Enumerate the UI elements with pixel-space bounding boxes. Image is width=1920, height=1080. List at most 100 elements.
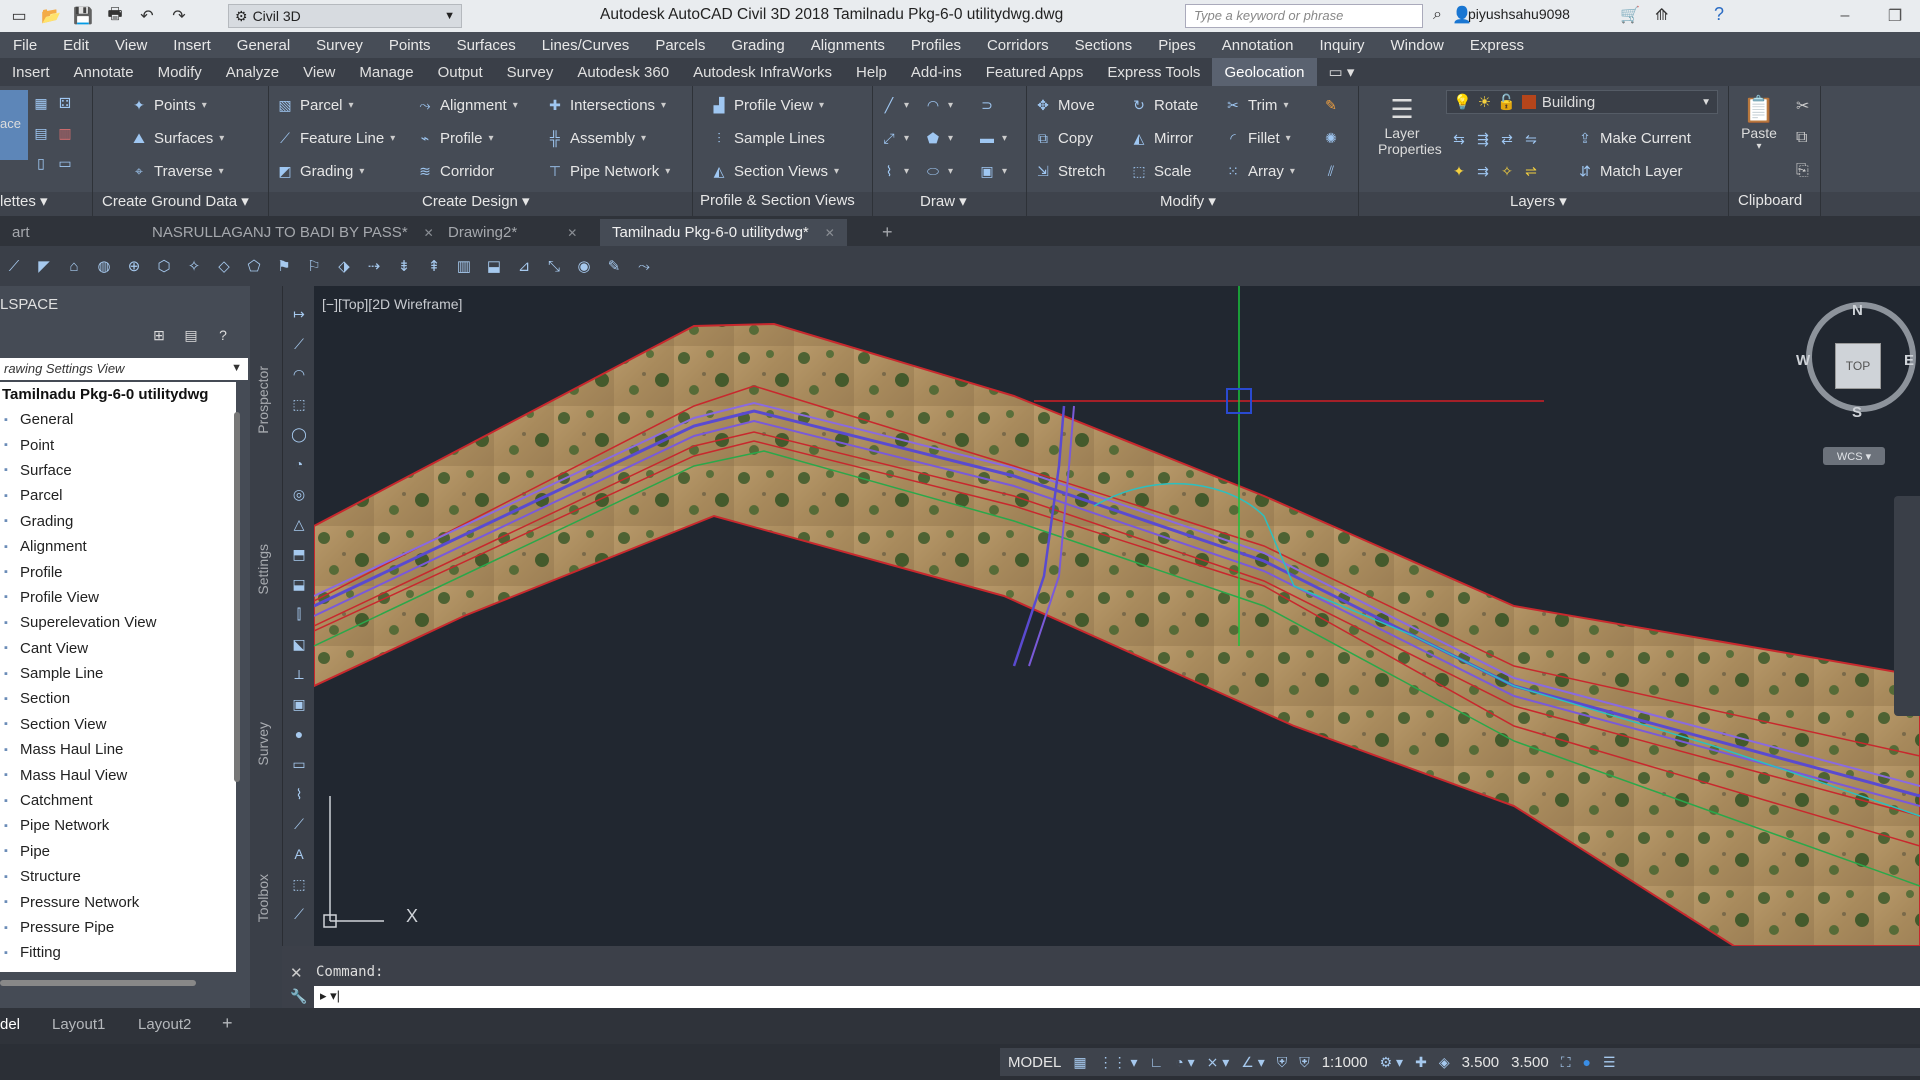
tree-node-grading[interactable]: ▪ Grading [0,509,236,534]
compass-east[interactable]: E [1904,352,1914,369]
hatch-tool[interactable]: ⬟ ▾ [924,129,953,147]
civil-tool-icon[interactable]: ⇢ [364,256,384,276]
draw-tool-icon[interactable]: ◎ [289,484,309,504]
ribbon-overflow-button[interactable]: ▭ ▾ [1317,58,1367,86]
layer-properties-button[interactable]: ☰ Layer Properties [1378,94,1442,157]
spline-tool[interactable]: ⌇ ▾ [880,162,909,180]
tree-root[interactable]: Tamilnadu Pkg-6-0 utilitydwg [0,382,236,407]
draw-tool-icon[interactable]: ◠ [289,364,309,384]
civil-tool-icon[interactable]: ⊿ [514,256,534,276]
add-layout-button[interactable]: + [222,1013,233,1034]
civil-tool-icon[interactable]: ⚐ [304,256,324,276]
draw-panel-title[interactable]: Draw ▾ [920,192,967,210]
navigation-bar[interactable] [1894,496,1920,716]
surfaces-button[interactable]: ⛰ Surfaces ▾ [130,129,224,147]
palette-icon-2[interactable]: ▤ ▥ [32,124,74,142]
tree-node-section[interactable]: ▪ Section [0,686,236,711]
angle-icon[interactable]: ∠ ▾ [1241,1054,1264,1071]
ribbon-tab-output[interactable]: Output [426,58,495,86]
points-button[interactable]: ✦ Points ▾ [130,96,207,114]
annotation-visibility-icon[interactable]: ⛨ [1277,1054,1288,1071]
tree-node-catchment[interactable]: ▪ Catchment [0,788,236,813]
pipe-network-button[interactable]: ⊤ Pipe Network ▾ [546,162,670,180]
workspace-icon[interactable]: ● [1583,1054,1591,1070]
ribbon-tab-survey[interactable]: Survey [495,58,566,86]
tree-node-cant-view[interactable]: ▪ Cant View [0,636,236,661]
tab-start[interactable]: art [0,219,42,246]
menu-item-lines-curves[interactable]: Lines/Curves [529,37,643,54]
tab-settings[interactable]: Settings [255,544,271,595]
tree-vertical-scrollbar[interactable] [234,412,240,782]
grid-icon[interactable]: ▦ [1073,1054,1086,1071]
draw-tool-icon[interactable]: ⟋ [289,334,309,354]
rectangle-tool[interactable]: ▬ ▾ [978,129,1007,147]
tree-node-superelevation-view[interactable]: ▪ Superelevation View [0,610,236,635]
ribbon-tab-geolocation[interactable]: Geolocation [1212,58,1317,86]
assembly-button[interactable]: ╬ Assembly ▾ [546,129,646,147]
draw-tool-icon[interactable]: ⬚ [289,874,309,894]
tab-layout2[interactable]: Layout2 [138,1016,191,1033]
tree-node-section-view[interactable]: ▪ Section View [0,712,236,737]
draw-tool-icon[interactable]: ⟂ [289,664,309,684]
civil-tool-icon[interactable]: ⇞ [424,256,444,276]
cart-icon[interactable]: 🛒 [1620,5,1640,25]
isolate-icon[interactable]: ◈ [1439,1054,1450,1071]
polyline-tool[interactable]: ⊃ [978,96,996,114]
maximize-button[interactable]: ❐ [1870,0,1920,32]
panel-icon[interactable]: ▤ [182,326,200,344]
match-layer-button[interactable]: ⇵ Match Layer [1576,162,1682,180]
draw-tool-icon[interactable]: ▣ [289,694,309,714]
annotation-scale[interactable]: 1:1000 [1322,1054,1368,1071]
ribbon-tab-view[interactable]: View [291,58,347,86]
ellipse-tool[interactable]: ⬭ ▾ [924,162,953,180]
draw-tool-icon[interactable]: ⬕ [289,634,309,654]
civil-tool-icon[interactable]: ⚑ [274,256,294,276]
layer-dropdown[interactable]: 💡 ☀ 🔓 Building ▼ [1446,90,1718,114]
save-icon[interactable]: 💾 [72,6,94,26]
civil-tool-icon[interactable]: ⬡ [154,256,174,276]
open-icon[interactable]: 📂 [40,6,62,26]
user-name[interactable]: piyushsahu9098 [1468,6,1570,22]
draw-tool-icon[interactable]: ◯ [289,424,309,444]
menu-item-surfaces[interactable]: Surfaces [444,37,529,54]
alignment-button[interactable]: ⤳ Alignment ▾ [416,96,517,114]
draw-tool-icon[interactable]: ⟋ [289,904,309,924]
wrench-icon[interactable]: 🔧 [290,988,307,1005]
array-button[interactable]: ⁙ Array ▾ [1224,162,1295,180]
menu-item-file[interactable]: File [0,37,50,54]
fillet-button[interactable]: ◜ Fillet ▾ [1224,129,1290,147]
draw-tool-icon[interactable]: ⬓ [289,574,309,594]
tree-node-profile-view[interactable]: ▪ Profile View [0,585,236,610]
match-properties-icon[interactable]: ⎘ [1796,162,1809,180]
profile-button[interactable]: ⌁ Profile ▾ [416,129,494,147]
civil-tool-icon[interactable]: ⇟ [394,256,414,276]
search-input[interactable]: Type a keyword or phrase [1185,4,1423,28]
app-menu-icon[interactable]: ▭ [8,6,30,26]
civil-tool-icon[interactable]: ◤ [34,256,54,276]
menu-item-express[interactable]: Express [1457,37,1537,54]
draw-tool-icon[interactable]: ⌇ [289,784,309,804]
gear-icon[interactable]: ⚙ ▾ [1380,1054,1403,1071]
compass-west[interactable]: W [1796,352,1810,369]
tree-node-profile[interactable]: ▪ Profile [0,559,236,584]
viewcube-top-face[interactable]: TOP [1835,343,1881,389]
polar-icon[interactable]: ◔ ▾ [1175,1054,1194,1071]
close-icon[interactable]: ✕ [290,964,303,982]
compass-north[interactable]: N [1852,302,1863,319]
menu-item-alignments[interactable]: Alignments [798,37,898,54]
civil-tool-icon[interactable]: ◇ [214,256,234,276]
help-icon[interactable]: ? [214,326,232,344]
ribbon-tab-annotate[interactable]: Annotate [62,58,146,86]
tab-prospector[interactable]: Prospector [255,366,271,434]
model-space-toggle[interactable]: MODEL [1008,1054,1061,1071]
drawing-viewport[interactable]: [−][Top][2D Wireframe] X N S E W TOP WCS… [314,286,1920,946]
civil-tool-icon[interactable]: ✎ [604,256,624,276]
tree-node-surface[interactable]: ▪ Surface [0,458,236,483]
tree-node-parcel[interactable]: ▪ Parcel [0,483,236,508]
create-design-panel-title[interactable]: Create Design ▾ [422,192,530,210]
menu-item-annotation[interactable]: Annotation [1209,37,1307,54]
arc-tool[interactable]: ◠ ▾ [924,96,953,114]
ribbon-tab-insert[interactable]: Insert [0,58,62,86]
ortho-icon[interactable]: ∟ [1150,1054,1164,1070]
menu-item-pipes[interactable]: Pipes [1145,37,1209,54]
